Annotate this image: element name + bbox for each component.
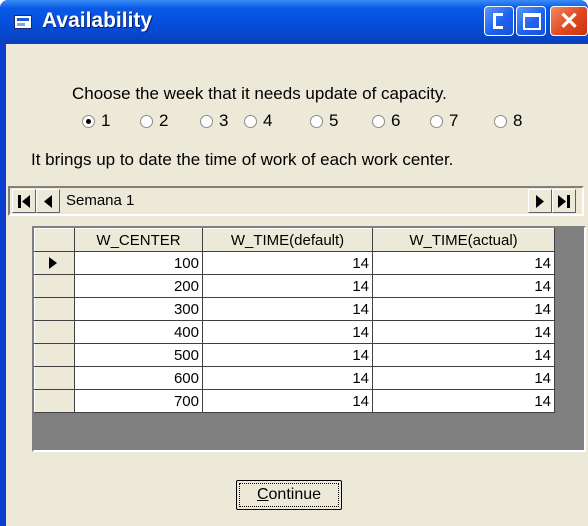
cell-w-center[interactable]: 300 [74, 297, 203, 321]
radio-circle[interactable] [494, 114, 507, 128]
radio-circle[interactable] [430, 114, 443, 128]
week-radio-label: 4 [263, 111, 273, 130]
week-radio-label: 6 [391, 111, 401, 130]
table-row[interactable]: 300 14 14 [34, 297, 555, 321]
cell-w-center[interactable]: 500 [74, 343, 203, 367]
cell-w-center[interactable]: 100 [74, 251, 203, 275]
table-header-row: W_CENTER W_TIME(default) W_TIME(actual) [34, 228, 555, 252]
cell-w-time-actual[interactable]: 14 [372, 251, 555, 275]
row-selector-header [34, 228, 75, 252]
row-selector[interactable] [34, 366, 75, 390]
cell-w-center[interactable]: 200 [74, 274, 203, 298]
week-radio-label: 2 [159, 111, 169, 130]
week-radio-5[interactable]: 5 [310, 110, 338, 132]
cell-w-time-actual[interactable]: 14 [372, 320, 555, 344]
app-window-icon[interactable] [14, 15, 32, 29]
window-title: Availability [42, 9, 153, 32]
minimize-icon [493, 13, 503, 29]
week-radio-label: 5 [329, 111, 339, 130]
table-row[interactable]: 600 14 14 [34, 366, 555, 390]
week-prompt-label: Choose the week that it needs update of … [72, 84, 447, 103]
cell-w-time-actual[interactable]: 14 [372, 389, 555, 413]
cell-w-time-default[interactable]: 14 [202, 251, 373, 275]
cell-w-time-default[interactable]: 14 [202, 366, 373, 390]
column-header-w-time-default[interactable]: W_TIME(default) [202, 228, 373, 252]
previous-record-icon [44, 195, 52, 208]
navigator-caption: Semana 1 [66, 192, 135, 209]
week-radio-8[interactable]: 8 [494, 110, 522, 132]
cell-w-time-default[interactable]: 14 [202, 274, 373, 298]
cell-w-center[interactable]: 400 [74, 320, 203, 344]
close-icon: ✕ [559, 8, 580, 35]
first-record-icon [18, 195, 30, 208]
table-row[interactable]: 400 14 14 [34, 320, 555, 344]
previous-record-button[interactable] [36, 189, 60, 213]
cell-w-time-default[interactable]: 14 [202, 320, 373, 344]
record-navigator: Semana 1 [8, 186, 584, 216]
continue-button[interactable]: Continue [236, 480, 342, 510]
row-selector[interactable] [34, 251, 75, 275]
cell-w-time-actual[interactable]: 14 [372, 274, 555, 298]
row-selector[interactable] [34, 320, 75, 344]
radio-circle[interactable] [372, 114, 385, 128]
continue-button-label: ontinue [268, 486, 322, 503]
table-row[interactable]: 100 14 14 [34, 251, 555, 275]
cell-w-time-actual[interactable]: 14 [372, 297, 555, 321]
week-radio-2[interactable]: 2 [140, 110, 168, 132]
row-selector[interactable] [34, 297, 75, 321]
radio-circle[interactable] [244, 114, 257, 128]
table-row[interactable]: 500 14 14 [34, 343, 555, 367]
column-header-w-center[interactable]: W_CENTER [74, 228, 203, 252]
close-button[interactable]: ✕ [550, 6, 588, 36]
week-radio-6[interactable]: 6 [372, 110, 400, 132]
week-radio-label: 1 [101, 111, 111, 130]
column-header-w-time-actual[interactable]: W_TIME(actual) [372, 228, 555, 252]
week-radio-label: 7 [449, 111, 459, 130]
last-record-icon [558, 195, 570, 208]
cell-w-time-actual[interactable]: 14 [372, 343, 555, 367]
week-radio-3[interactable]: 3 [200, 110, 228, 132]
table-row[interactable]: 200 14 14 [34, 274, 555, 298]
last-record-button[interactable] [552, 189, 576, 213]
row-selector[interactable] [34, 389, 75, 413]
continue-button-focus: Continue [239, 483, 339, 507]
first-record-button[interactable] [12, 189, 36, 213]
maximize-icon [523, 13, 541, 30]
minimize-button[interactable] [484, 6, 514, 36]
radio-circle[interactable] [140, 114, 153, 128]
row-selector[interactable] [34, 343, 75, 367]
cell-w-center[interactable]: 600 [74, 366, 203, 390]
work-center-table: W_CENTER W_TIME(default) W_TIME(actual) … [34, 228, 555, 413]
week-radio-label: 3 [219, 111, 229, 130]
next-record-button[interactable] [528, 189, 552, 213]
current-row-arrow-icon [49, 257, 57, 269]
radio-circle[interactable] [82, 114, 95, 128]
week-radio-1[interactable]: 1 [82, 110, 110, 132]
instructions-label: It brings up to date the time of work of… [31, 150, 454, 169]
cell-w-time-default[interactable]: 14 [202, 389, 373, 413]
cell-w-center[interactable]: 700 [74, 389, 203, 413]
work-center-grid[interactable]: W_CENTER W_TIME(default) W_TIME(actual) … [32, 226, 586, 452]
cell-w-time-default[interactable]: 14 [202, 343, 373, 367]
maximize-button[interactable] [516, 6, 546, 36]
next-record-icon [536, 195, 544, 208]
cell-w-time-actual[interactable]: 14 [372, 366, 555, 390]
week-radio-label: 8 [513, 111, 523, 130]
radio-circle[interactable] [310, 114, 323, 128]
week-radio-7[interactable]: 7 [430, 110, 458, 132]
cell-w-time-default[interactable]: 14 [202, 297, 373, 321]
continue-accelerator-letter: C [256, 486, 269, 503]
row-selector[interactable] [34, 274, 75, 298]
week-radio-4[interactable]: 4 [244, 110, 272, 132]
radio-circle[interactable] [200, 114, 213, 128]
title-bar[interactable]: Availability ✕ [0, 0, 588, 44]
table-row[interactable]: 700 14 14 [34, 389, 555, 413]
